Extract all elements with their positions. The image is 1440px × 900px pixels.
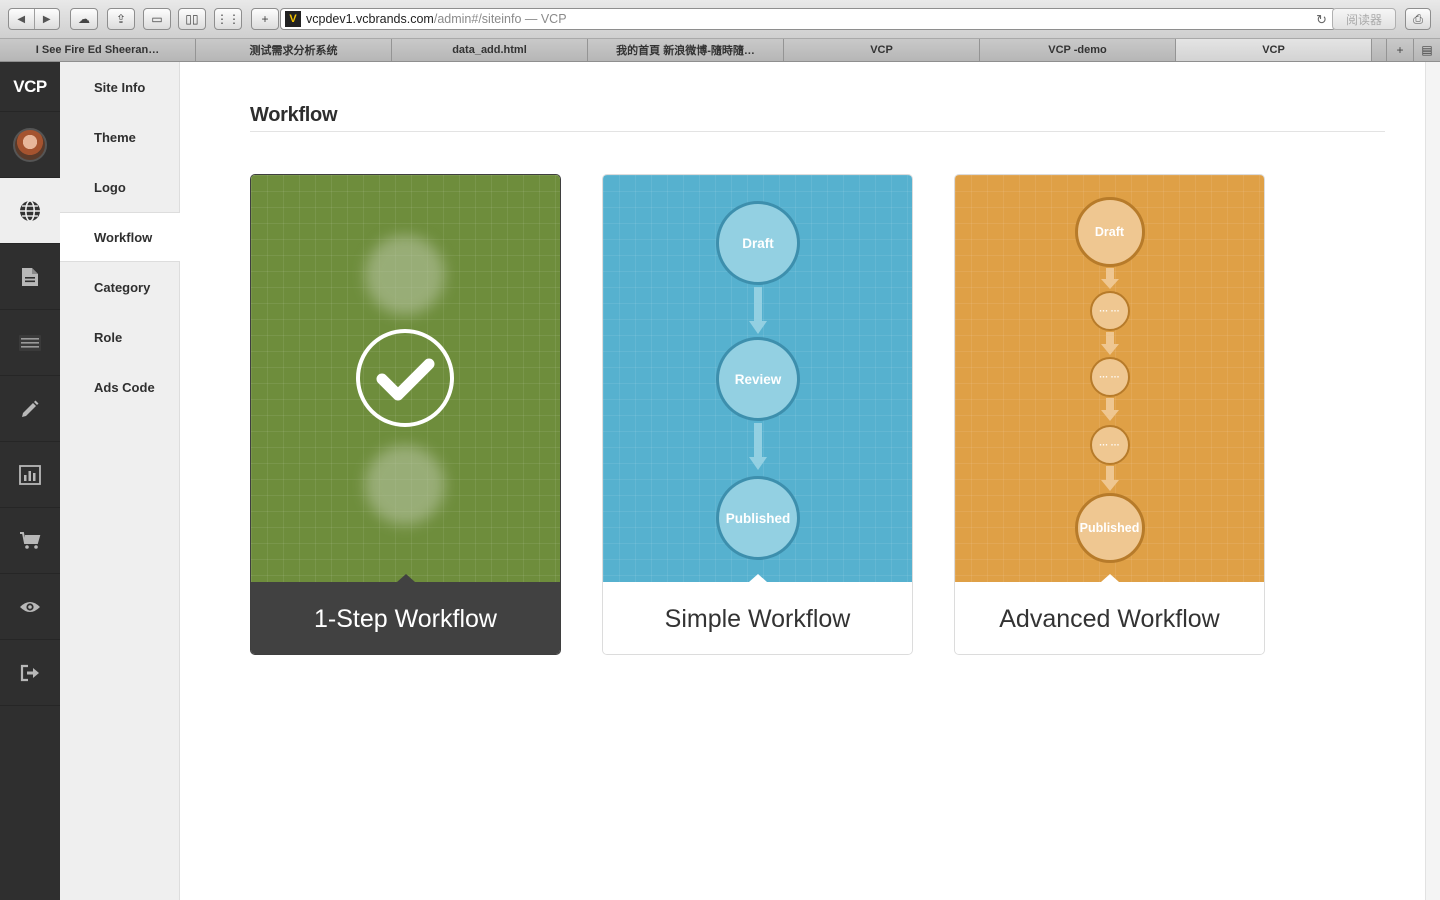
rail-item-edit[interactable] [0,376,60,442]
rail-item-logout[interactable] [0,640,60,706]
back-forward-buttons[interactable]: ◀ ▶ [8,8,60,30]
browser-tabs: I See Fire Ed Sheeran… 测试需求分析系统 data_add… [0,39,1440,62]
settings-subnav: Site Info Theme Logo Workflow Category R… [60,62,180,900]
url-host: vcpdev1.vcbrands.com [306,12,434,26]
top-sites-icon[interactable]: ⋮⋮ [214,8,242,30]
address-bar[interactable]: V vcpdev1.vcbrands.com /admin#/siteinfo … [280,8,1336,30]
workflow-node: Published [1074,493,1145,563]
avatar[interactable] [13,127,47,162]
rail-item-profile[interactable] [0,112,60,178]
reload-icon[interactable]: ↻ [1316,12,1327,28]
globe-icon [20,199,40,222]
app-logo[interactable]: VCP [0,62,60,112]
share-icon[interactable]: ⇪ [107,8,135,30]
subnav-item-site-info[interactable]: Site Info [60,62,179,112]
rail-item-documents[interactable] [0,244,60,310]
rail-item-analytics[interactable] [0,442,60,508]
workflow-card-advanced[interactable]: Draft ··· ··· ··· ··· ··· ··· Published [954,174,1265,655]
card-illustration: Draft ··· ··· ··· ··· ··· ··· Published [955,175,1264,582]
rail-item-store[interactable] [0,508,60,574]
subnav-item-workflow[interactable]: Workflow [60,212,180,262]
subnav-item-category[interactable]: Category [60,262,179,312]
title-divider [250,131,1385,132]
window-scrollbar[interactable] [1425,62,1440,900]
cart-icon [20,531,41,549]
reader-button[interactable]: 阅读器 [1332,8,1396,30]
checkmark-icon [356,329,454,427]
browser-tab[interactable]: I See Fire Ed Sheeran… [0,39,196,61]
card-illustration [251,175,560,582]
workflow-node: Review [716,337,800,421]
logout-icon [20,664,39,681]
blurred-step [365,445,445,525]
add-tab-icon[interactable]: + [1386,39,1413,61]
arrow-down-icon [1100,398,1119,421]
tab-tools: + ▤ [1372,39,1440,61]
arrow-down-icon [1100,268,1119,289]
workflow-node: ··· ··· [1089,291,1130,331]
back-icon[interactable]: ◀ [9,9,34,29]
url-path: /admin#/siteinfo — VCP [433,12,567,26]
browser-tab[interactable]: VCP [784,39,980,61]
workflow-card-one-step[interactable]: 1-Step Workflow [250,174,561,655]
card-illustration: Draft Review Published [603,175,912,582]
rail-item-preview[interactable] [0,574,60,640]
card-label: 1-Step Workflow [251,582,560,654]
bookmarks-icon[interactable]: ▯▯ [178,8,206,30]
arrow-down-icon [748,423,767,470]
card-notch [1100,574,1119,582]
reading-list-icon[interactable]: ▭ [143,8,171,30]
subnav-item-theme[interactable]: Theme [60,112,179,162]
blurred-step [365,235,445,315]
subnav-item-logo[interactable]: Logo [60,162,179,212]
forward-icon[interactable]: ▶ [33,9,60,29]
browser-tab-active[interactable]: VCP [1176,39,1372,61]
arrow-down-icon [1100,466,1119,491]
workflow-node: Published [716,476,800,560]
main-content: Workflow 1-Step Workflow Draft Review Pu… [180,62,1425,900]
print-icon[interactable]: ⎙ [1405,8,1431,30]
card-label: Advanced Workflow [955,582,1264,654]
workflow-node: Draft [1074,197,1145,267]
pencil-icon [22,400,39,417]
workflow-node: ··· ··· [1089,425,1130,465]
list-icon [19,334,41,351]
main-rail: VCP [0,62,60,900]
card-notch [748,574,767,582]
subnav-item-ads-code[interactable]: Ads Code [60,362,179,412]
workflow-card-simple[interactable]: Draft Review Published Simple Workflow [602,174,913,655]
browser-toolbar: ◀ ▶ ☁ ⇪ ▭ ▯▯ ⋮⋮ + V vcpdev1.vcbrands.com… [0,0,1440,39]
icloud-icon[interactable]: ☁ [70,8,98,30]
eye-icon [20,601,40,612]
workflow-node: ··· ··· [1089,357,1130,397]
browser-tab[interactable]: VCP -demo [980,39,1176,61]
rail-item-list[interactable] [0,310,60,376]
browser-tab[interactable]: 测试需求分析系统 [196,39,392,61]
page-title: Workflow [250,104,338,126]
card-notch [396,574,415,582]
bar-chart-icon [19,464,41,485]
card-label: Simple Workflow [603,582,912,654]
document-icon [22,267,38,286]
workflow-node: Draft [716,201,800,285]
tab-overview-icon[interactable]: ▤ [1413,39,1440,61]
rail-item-site[interactable] [0,178,60,244]
subnav-item-role[interactable]: Role [60,312,179,362]
browser-tab[interactable]: data_add.html [392,39,588,61]
arrow-down-icon [748,287,767,334]
browser-tab[interactable]: 我的首頁 新浪微博-隨時隨… [588,39,784,61]
arrow-down-icon [1100,332,1119,355]
site-favicon-icon: V [285,11,301,27]
new-tab-icon[interactable]: + [251,8,279,30]
